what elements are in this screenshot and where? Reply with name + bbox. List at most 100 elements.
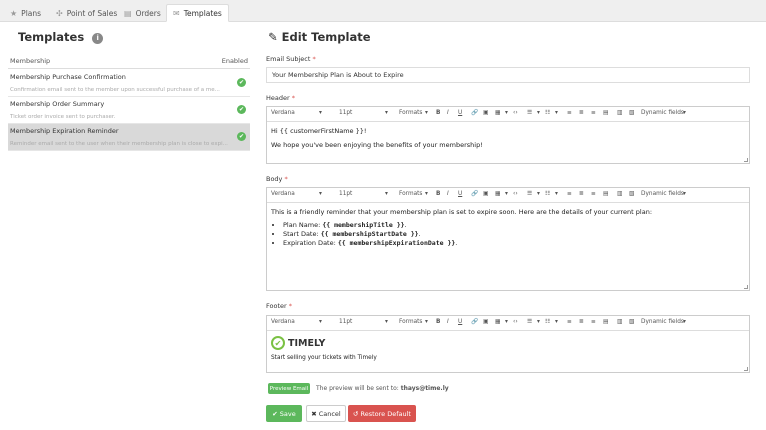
toolbar-formats[interactable]: Formats [399, 110, 422, 116]
toolbar-caret[interactable]: ▾ [425, 319, 428, 325]
toolbar-icon[interactable]: ▾ [505, 110, 508, 116]
dynamic-fields-dropdown[interactable]: Dynamic fields [641, 319, 684, 325]
toolbar-icon[interactable]: 🔗 [471, 110, 478, 116]
header-toolbar: Verdana ▾ 11pt ▾ Formats ▾ B I U 🔗 ▣ ▦ ▾ ‹› ☰ ▾ ☷ ▾ ≡ ≣ ≡ ▤ ▥ ▧… [267, 107, 749, 122]
toolbar-icon[interactable]: ▥ [617, 110, 622, 116]
tab-orders[interactable]: ▤ Orders [118, 4, 167, 22]
toolbar-icon[interactable]: ▦ [495, 319, 500, 325]
toolbar-underline[interactable]: U [458, 110, 462, 116]
toolbar-icon[interactable]: ▾ [555, 191, 558, 197]
toolbar-icon[interactable]: 🔗 [471, 319, 478, 325]
toolbar-underline[interactable]: U [458, 319, 462, 325]
toolbar-icon[interactable]: ≡ [567, 191, 572, 197]
toolbar-size[interactable]: 11pt [339, 191, 352, 197]
toolbar-caret[interactable]: ▾ [425, 191, 428, 197]
toolbar-icon[interactable]: ▧ [629, 319, 634, 325]
toolbar-icon[interactable]: ▣ [483, 191, 488, 197]
preview-email-button[interactable]: Preview Email [268, 383, 310, 394]
toolbar-icon[interactable]: ▦ [495, 191, 500, 197]
toolbar-size[interactable]: 11pt [339, 319, 352, 325]
toolbar-icon[interactable]: ▾ [537, 110, 540, 116]
restore-default-button[interactable]: ↺ Restore Default [348, 405, 416, 422]
toolbar-caret[interactable]: ▾ [319, 110, 322, 116]
toolbar-icon[interactable]: ▧ [629, 191, 634, 197]
toolbar-icon[interactable]: ≡ [567, 110, 572, 116]
toolbar-caret[interactable]: ▾ [319, 319, 322, 325]
resize-handle[interactable] [744, 285, 748, 289]
body-editor[interactable]: Verdana ▾ 11pt ▾ Formats ▾ B I U 🔗 ▣ ▦ ▾ ‹› ☰ ▾ ☷ ▾ ≡ ≣ ≡ ▤ ▥ ▧… [266, 187, 750, 291]
toolbar-size[interactable]: 11pt [339, 110, 352, 116]
header-label: Header * [266, 94, 295, 102]
toolbar-icon[interactable]: ‹› [513, 110, 518, 116]
dynamic-fields-dropdown[interactable]: Dynamic fields [641, 191, 684, 197]
toolbar-icon[interactable]: ▦ [495, 110, 500, 116]
toolbar-formats[interactable]: Formats [399, 191, 422, 197]
toolbar-icon[interactable]: ▾ [537, 319, 540, 325]
toolbar-icon[interactable]: 🔗 [471, 191, 478, 197]
toolbar-icon[interactable]: ▧ [629, 110, 634, 116]
toolbar-icon[interactable]: ▥ [617, 191, 622, 197]
toolbar-italic[interactable]: I [447, 191, 449, 197]
toolbar-bold[interactable]: B [436, 319, 440, 325]
toolbar-formats[interactable]: Formats [399, 319, 422, 325]
toolbar-icon[interactable]: ☰ [527, 191, 532, 197]
toolbar-italic[interactable]: I [447, 319, 449, 325]
template-row-order-summary[interactable]: Membership Order Summary Ticket order in… [8, 97, 250, 124]
toolbar-caret[interactable]: ▾ [385, 110, 388, 116]
footer-editor[interactable]: Verdana ▾ 11pt ▾ Formats ▾ B I U 🔗 ▣ ▦ ▾ ‹› ☰ ▾ ☷ ▾ ≡ ≣ ≡ ▤ ▥ ▧… [266, 315, 750, 373]
info-icon[interactable]: i [92, 32, 104, 44]
toolbar-caret[interactable]: ▾ [425, 110, 428, 116]
toolbar-icon[interactable]: ▤ [603, 319, 608, 325]
toolbar-icon[interactable]: ▾ [537, 191, 540, 197]
toolbar-icon[interactable]: ▾ [555, 110, 558, 116]
toolbar-italic[interactable]: I [447, 110, 449, 116]
tab-templates[interactable]: ✉ Templates [166, 4, 229, 22]
email-subject-label: Email Subject * [266, 55, 316, 63]
toolbar-icon[interactable]: ▾ [555, 319, 558, 325]
toolbar-icon[interactable]: ≣ [579, 319, 584, 325]
toolbar-font[interactable]: Verdana [271, 319, 295, 325]
toolbar-icon[interactable]: ▤ [603, 110, 608, 116]
email-subject-input[interactable]: Your Membership Plan is About to Expire [266, 67, 750, 83]
edit-template-title: ✎ Edit Template [268, 30, 371, 44]
toolbar-icon[interactable]: ☷ [545, 319, 550, 325]
toolbar-caret[interactable]: ▾ [385, 191, 388, 197]
toolbar-icon[interactable]: ☷ [545, 191, 550, 197]
cancel-button[interactable]: ✖ Cancel [306, 405, 346, 422]
check-icon: ✔ [237, 105, 246, 114]
check-icon: ✔ [272, 409, 278, 418]
toolbar-icon[interactable]: ☷ [545, 110, 550, 116]
toolbar-icon[interactable]: ≡ [591, 319, 596, 325]
toolbar-icon[interactable]: ≣ [579, 110, 584, 116]
template-row-expiration-reminder[interactable]: Membership Expiration Reminder Reminder … [8, 124, 250, 151]
toolbar-icon[interactable]: ☰ [527, 319, 532, 325]
toolbar-icon[interactable]: ▣ [483, 319, 488, 325]
resize-handle[interactable] [744, 367, 748, 371]
tab-plans[interactable]: ★ Plans [4, 4, 47, 22]
header-editor[interactable]: Verdana ▾ 11pt ▾ Formats ▾ B I U 🔗 ▣ ▦ ▾ ‹› ☰ ▾ ☷ ▾ ≡ ≣ ≡ ▤ ▥ ▧… [266, 106, 750, 164]
toolbar-font[interactable]: Verdana [271, 191, 295, 197]
toolbar-icon[interactable]: ≡ [591, 110, 596, 116]
toolbar-icon[interactable]: ▾ [505, 191, 508, 197]
resize-handle[interactable] [744, 158, 748, 162]
toolbar-icon[interactable]: ≡ [591, 191, 596, 197]
toolbar-bold[interactable]: B [436, 110, 440, 116]
toolbar-icon[interactable]: ≡ [567, 319, 572, 325]
toolbar-icon[interactable]: ▾ [505, 319, 508, 325]
dynamic-fields-dropdown[interactable]: Dynamic fields [641, 110, 684, 116]
toolbar-underline[interactable]: U [458, 191, 462, 197]
toolbar-icon[interactable]: ‹› [513, 191, 518, 197]
toolbar-icon[interactable]: ‹› [513, 319, 518, 325]
save-button[interactable]: ✔ Save [266, 405, 302, 422]
toolbar-icon[interactable]: ▤ [603, 191, 608, 197]
toolbar-caret[interactable]: ▾ [319, 191, 322, 197]
toolbar-caret[interactable]: ▾ [385, 319, 388, 325]
toolbar-icon[interactable]: ≣ [579, 191, 584, 197]
toolbar-icon[interactable]: ▥ [617, 319, 622, 325]
toolbar-icon[interactable]: ▣ [483, 110, 488, 116]
tab-point-of-sales[interactable]: ✣ Point of Sales [50, 4, 123, 22]
toolbar-icon[interactable]: ☰ [527, 110, 532, 116]
toolbar-bold[interactable]: B [436, 191, 440, 197]
toolbar-font[interactable]: Verdana [271, 110, 295, 116]
template-row-purchase-confirmation[interactable]: Membership Purchase Confirmation Confirm… [8, 70, 250, 97]
